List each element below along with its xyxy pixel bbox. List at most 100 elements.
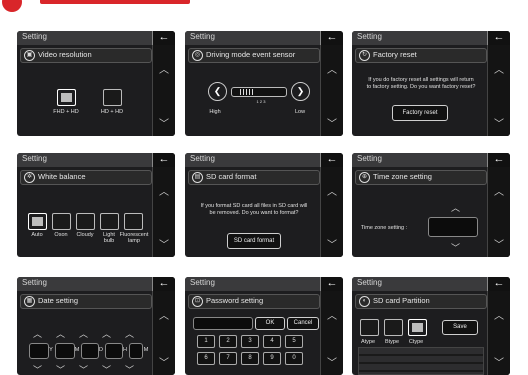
increase-icon[interactable]: ︿: [56, 327, 65, 340]
scroll-down-icon[interactable]: ﹀: [321, 115, 343, 130]
option-cloudy[interactable]: [76, 213, 95, 230]
scroll-down-icon[interactable]: ﹀: [153, 115, 175, 130]
back-icon[interactable]: ←: [320, 153, 343, 167]
factory-reset-button[interactable]: Factory reset: [392, 105, 448, 121]
scroll-up-icon[interactable]: ︿: [488, 61, 510, 76]
option-atype[interactable]: [360, 319, 379, 336]
scroll-bar: ︿ ﹀: [487, 45, 510, 136]
panel-date-setting: Setting ← ▦ Date setting ︿ ︿ ︿ ︿ ︿ Y M D…: [17, 277, 175, 375]
option-label: Light bulb: [103, 232, 115, 244]
decrease-icon[interactable]: ❮: [208, 82, 227, 101]
option-ctype[interactable]: [408, 319, 427, 336]
key-6[interactable]: 6: [197, 352, 215, 365]
brand-logo: [2, 0, 22, 12]
password-field[interactable]: [193, 317, 253, 330]
section-header: ⊕ Time zone setting: [355, 170, 487, 185]
scroll-down-icon[interactable]: ﹀: [488, 236, 510, 251]
time-zone-field[interactable]: [428, 217, 478, 237]
key-2[interactable]: 2: [219, 335, 237, 348]
scroll-up-icon[interactable]: ︿: [153, 61, 175, 76]
scroll-down-icon[interactable]: ﹀: [153, 236, 175, 251]
option-light-bulb[interactable]: [100, 213, 119, 230]
option-fhd-hd[interactable]: [57, 89, 76, 106]
scroll-up-icon[interactable]: ︿: [153, 307, 175, 322]
back-icon[interactable]: ←: [487, 277, 510, 291]
panel-factory-reset: Setting ← ↻ Factory reset If you do fact…: [352, 31, 510, 136]
title-bar: Setting ←: [17, 153, 175, 167]
section-title: White balance: [38, 172, 86, 181]
increase-icon[interactable]: ︿: [79, 327, 88, 340]
option-btype[interactable]: [384, 319, 403, 336]
date-unit: D: [99, 347, 103, 353]
section-header: ◐ SD card Partition: [355, 294, 487, 309]
scroll-bar: ︿ ﹀: [320, 167, 343, 257]
date-unit: Y: [49, 347, 53, 353]
option-hd-hd[interactable]: [103, 89, 122, 106]
key-7[interactable]: 7: [219, 352, 237, 365]
scroll-bar: ︿ ﹀: [320, 291, 343, 375]
scroll-down-icon[interactable]: ﹀: [153, 354, 175, 369]
date-field[interactable]: [129, 343, 143, 359]
back-icon[interactable]: ←: [152, 153, 175, 167]
decrease-icon[interactable]: ﹀: [102, 363, 111, 375]
decrease-icon[interactable]: ﹀: [79, 363, 88, 375]
key-5[interactable]: 5: [285, 335, 303, 348]
sun-icon: ✲: [24, 172, 35, 183]
scroll-up-icon[interactable]: ︿: [321, 307, 343, 322]
decrease-icon[interactable]: ﹀: [56, 363, 65, 375]
title-bar: Setting ←: [185, 153, 343, 167]
scroll-up-icon[interactable]: ︿: [488, 183, 510, 198]
lock-icon: ⊡: [192, 296, 203, 307]
option-oson[interactable]: [52, 213, 71, 230]
partition-icon: ◐: [359, 296, 370, 307]
key-8[interactable]: 8: [241, 352, 259, 365]
back-icon[interactable]: ←: [152, 277, 175, 291]
reset-icon: ↻: [359, 50, 370, 61]
option-fluorescent[interactable]: [124, 213, 143, 230]
key-9[interactable]: 9: [263, 352, 281, 365]
increase-icon[interactable]: ︿: [451, 201, 460, 214]
title-bar: Setting ←: [17, 277, 175, 291]
option-auto[interactable]: [28, 213, 47, 230]
scroll-down-icon[interactable]: ﹀: [321, 236, 343, 251]
back-icon[interactable]: ←: [320, 31, 343, 45]
sd-format-button[interactable]: SD card format: [227, 233, 281, 249]
increase-icon[interactable]: ︿: [33, 327, 42, 340]
decrease-icon[interactable]: ﹀: [125, 363, 134, 375]
date-field[interactable]: [81, 343, 99, 359]
back-icon[interactable]: ←: [487, 31, 510, 45]
sensitivity-slider[interactable]: [231, 87, 287, 97]
key-0[interactable]: 0: [285, 352, 303, 365]
scroll-up-icon[interactable]: ︿: [321, 61, 343, 76]
window-title: Setting: [190, 154, 215, 163]
scroll-up-icon[interactable]: ︿: [321, 183, 343, 198]
globe-icon: ⊕: [359, 172, 370, 183]
section-title: SD card Partition: [373, 296, 430, 305]
back-icon[interactable]: ←: [152, 31, 175, 45]
option-label: Oson: [54, 232, 68, 238]
decrease-icon[interactable]: ﹀: [33, 363, 42, 375]
date-field[interactable]: [29, 343, 49, 359]
window-title: Setting: [357, 278, 382, 287]
scroll-down-icon[interactable]: ﹀: [488, 354, 510, 369]
date-field[interactable]: [105, 343, 123, 359]
decrease-icon[interactable]: ﹀: [451, 241, 460, 254]
back-icon[interactable]: ←: [487, 153, 510, 167]
type-label: Btype: [384, 339, 400, 345]
scroll-up-icon[interactable]: ︿: [153, 183, 175, 198]
save-button[interactable]: Save: [442, 320, 478, 335]
increase-icon[interactable]: ︿: [102, 327, 111, 340]
scroll-up-icon[interactable]: ︿: [488, 307, 510, 322]
cancel-button[interactable]: Cancel: [287, 317, 319, 330]
date-field[interactable]: [55, 343, 75, 359]
window-title: Setting: [357, 32, 382, 41]
ok-button[interactable]: OK: [255, 317, 285, 330]
back-icon[interactable]: ←: [320, 277, 343, 291]
key-3[interactable]: 3: [241, 335, 259, 348]
increase-icon[interactable]: ❯: [291, 82, 310, 101]
scroll-down-icon[interactable]: ﹀: [321, 354, 343, 369]
scroll-down-icon[interactable]: ﹀: [488, 115, 510, 130]
key-4[interactable]: 4: [263, 335, 281, 348]
key-1[interactable]: 1: [197, 335, 215, 348]
increase-icon[interactable]: ︿: [125, 327, 134, 340]
